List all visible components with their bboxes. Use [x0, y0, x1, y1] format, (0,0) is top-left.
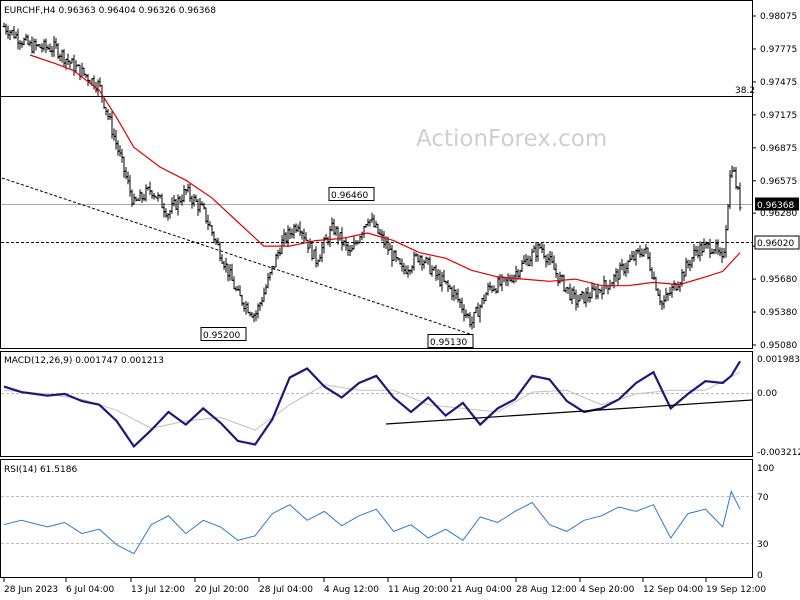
price-tick-label: 0.95080: [760, 341, 797, 351]
current-price-value: 0.96368: [757, 201, 794, 211]
price-tick-label: 0.97775: [760, 45, 797, 55]
price-tick-label: 0.96575: [760, 177, 797, 187]
rsi-tick-100: 100: [757, 464, 774, 474]
price-tick-label: 0.98075: [760, 12, 797, 22]
time-tick-label: 28 Aug 12:00: [516, 585, 577, 595]
time-axis: 28 Jun 2023 6 Jul 04:00 13 Jul 12:00 20 Jul…: [3, 578, 766, 595]
rsi-tick-30: 30: [757, 540, 769, 550]
price-panel: [0, 0, 753, 349]
time-tick-label: 19 Sep 12:00: [706, 585, 766, 595]
macd-tick-top: 0.001983: [757, 355, 800, 365]
rsi-title: RSI(14) 61.5186: [4, 465, 77, 475]
fib-38-label: 38.2: [735, 86, 755, 96]
price-title: EURCHF,H4 0.96363 0.96404 0.96326 0.9636…: [4, 6, 216, 16]
high-label: 0.96460: [331, 191, 368, 201]
eurchf-chart: ActionForex.com EURCHF,H4 0.96363 0.9640…: [0, 0, 800, 595]
macd-panel: [0, 351, 753, 457]
time-tick-label: 20 Jul 20:00: [195, 585, 249, 595]
price-axis: 0.98075 0.97775 0.97475 0.97175 0.96875 0.965…: [752, 12, 797, 351]
time-tick-label: 28 Jun 2023: [4, 585, 58, 595]
rsi-tick-0: 0: [757, 571, 763, 581]
price-tick-label: 0.95380: [760, 308, 797, 318]
macd-tick-zero: 0.00: [757, 389, 777, 399]
rsi-tick-70: 70: [757, 493, 769, 503]
macd-tick-bottom: -0.003212: [757, 448, 800, 458]
time-tick-label: 4 Aug 12:00: [324, 585, 379, 595]
time-tick-label: 12 Sep 04:00: [643, 585, 703, 595]
time-tick-label: 21 Aug 04:00: [451, 585, 512, 595]
time-tick-label: 6 Jul 04:00: [66, 585, 115, 595]
macd-title: MACD(12,26,9) 0.001747 0.001213: [4, 356, 164, 366]
watermark: ActionForex.com: [416, 126, 607, 152]
support-price-value: 0.96020: [757, 239, 794, 249]
price-tick-label: 0.95680: [760, 275, 797, 285]
time-tick-label: 11 Aug 20:00: [388, 585, 449, 595]
low2-label: 0.95130: [430, 338, 467, 348]
low1-label: 0.95200: [203, 331, 240, 341]
time-tick-label: 28 Jul 04:00: [259, 585, 313, 595]
price-tick-label: 0.97475: [760, 78, 797, 88]
time-tick-label: 13 Jul 12:00: [131, 585, 185, 595]
price-tick-label: 0.97175: [760, 111, 797, 121]
price-tick-label: 0.96875: [760, 144, 797, 154]
time-tick-label: 4 Sep 20:00: [580, 585, 635, 595]
rsi-panel: [0, 459, 753, 578]
